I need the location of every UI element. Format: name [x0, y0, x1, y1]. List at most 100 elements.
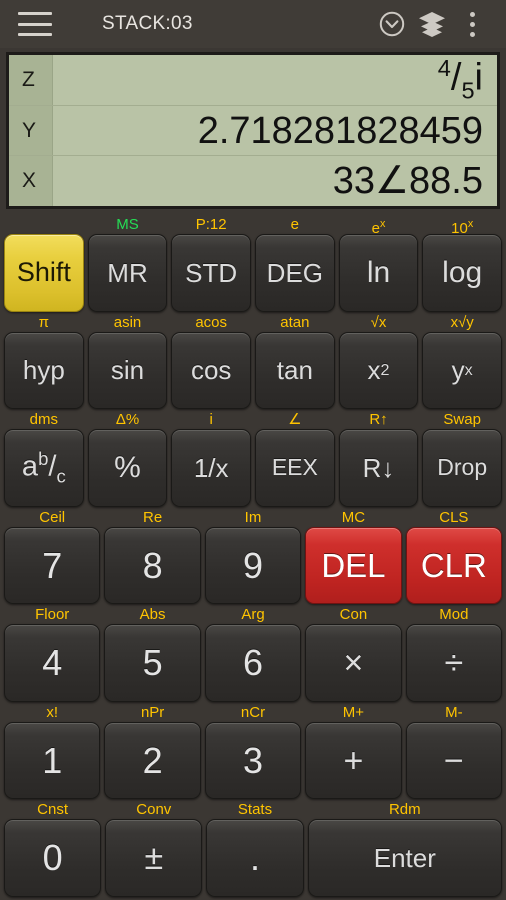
add-key[interactable]: + [305, 721, 402, 800]
key-cell: M- − [404, 703, 504, 801]
key-cell: e DEG [253, 215, 337, 313]
multiply-key[interactable]: × [305, 624, 402, 702]
fraction-key[interactable]: ab/c [4, 429, 84, 507]
keypad-row: dms ab/c Δ%% i 1/x ∠ EEX R↑ R↓ Swap Drop [2, 410, 504, 508]
key-cell: Swap Drop [420, 410, 504, 508]
reciprocal-key[interactable]: 1/x [171, 429, 252, 507]
drop-key[interactable]: Drop [422, 429, 503, 507]
delete-key[interactable]: DEL [305, 526, 402, 605]
digit-3-key[interactable]: 3 [204, 721, 302, 800]
key-cell: ∠ EEX [253, 410, 337, 508]
shift-label-ln-key: ex [371, 218, 386, 234]
shift-label-subtract-key: M- [445, 703, 463, 721]
register-value-x: 33∠88.5 [332, 162, 483, 201]
key-cell: Arg 6 [203, 605, 303, 703]
power-key[interactable]: yx [422, 331, 503, 410]
shift-label-multiply-key: Con [339, 606, 368, 624]
hyp-key[interactable]: hyp [4, 331, 84, 410]
digit-5-key[interactable]: 5 [104, 624, 201, 702]
sin-key[interactable]: sin [87, 331, 168, 410]
sign-key[interactable]: ± [105, 819, 203, 898]
ln-key[interactable]: ln [338, 234, 419, 312]
digit-8-key[interactable]: 8 [104, 526, 201, 605]
layers-icon[interactable] [412, 4, 452, 44]
keypad-row: Cnst 0 Conv ± Stats. Rdm Enter [2, 800, 504, 898]
cos-key[interactable]: cos [171, 331, 252, 410]
digit-2-key[interactable]: 2 [104, 721, 201, 800]
percent-key[interactable]: % [87, 429, 168, 507]
key-cell: R↑ R↓ [337, 410, 421, 508]
digit-7-key[interactable]: 7 [4, 526, 101, 605]
more-vert-icon[interactable] [452, 4, 492, 44]
digit-1-key[interactable]: 1 [4, 721, 101, 800]
keypad-row: x! 1 nPr 2 nCr 3 M+ + M- − [2, 703, 504, 801]
shift-key[interactable]: Shift [4, 234, 84, 312]
shift-label-digit-1-key: x! [46, 703, 59, 721]
stack-register-y[interactable]: Y 2.718281828459 [9, 105, 497, 157]
memory-recall-key[interactable]: MR [87, 234, 168, 312]
shift-label-sign-key: Conv [136, 801, 172, 819]
shift-label-digit-4-key: Floor [35, 606, 70, 624]
fraction-glyph: ab/c [21, 447, 66, 487]
key-cell: Re 8 [102, 508, 202, 606]
shift-label-number-format-key: P:12 [195, 216, 227, 233]
shift-label-percent-key: Δ% [115, 411, 140, 429]
shift-label-digit-9-key: Im [244, 508, 262, 526]
subtract-key[interactable]: − [405, 721, 503, 800]
decimal-point-key[interactable]: . [206, 819, 304, 898]
digit-4-key[interactable]: 4 [4, 624, 101, 702]
clear-key[interactable]: CLR [405, 526, 503, 605]
display-container: Z 4/5i Y 2.718281828459 X 33∠88.5 [0, 48, 506, 215]
stack-register-z[interactable]: Z 4/5i [9, 55, 497, 106]
shift-label-digit-8-key: Re [143, 508, 163, 526]
digit-9-key[interactable]: 9 [204, 526, 302, 605]
key-cell: MS MR [86, 215, 170, 313]
key-cell: Stats. [204, 800, 305, 898]
clock-history-icon[interactable] [372, 4, 412, 44]
shift-label-log-key: 10x [451, 218, 474, 234]
key-cell: MC DEL [303, 508, 403, 606]
square-key[interactable]: x2 [338, 331, 419, 410]
key-cell: √x x 2 [337, 313, 421, 411]
shift-label-digit-5-key: Abs [139, 606, 166, 624]
stack-title: STACK:03 [102, 13, 193, 34]
angle-mode-key[interactable]: DEG [255, 234, 335, 312]
divide-key[interactable]: ÷ [405, 624, 503, 702]
digit-6-key[interactable]: 6 [204, 624, 302, 702]
key-cell: Im 9 [203, 508, 303, 606]
key-cell: π hyp [2, 313, 86, 411]
shift-label-tan-key: atan [280, 313, 310, 331]
digit-0-key[interactable]: 0 [4, 819, 102, 898]
key-cell: Ceil 7 [2, 508, 102, 606]
key-cell: Con × [303, 605, 403, 703]
key-cell: nCr 3 [203, 703, 303, 801]
hamburger-line [18, 12, 52, 15]
stack-register-x[interactable]: X 33∠88.5 [9, 156, 497, 206]
hamburger-icon[interactable] [18, 12, 52, 36]
exponent-key[interactable]: EEX [255, 429, 335, 507]
keypad-row: Floor 4 Abs 5 Arg 6 Con × Mod ÷ [2, 605, 504, 703]
log-key[interactable]: log [422, 234, 503, 312]
key-cell: Shift [2, 215, 86, 313]
hamburger-line [18, 22, 52, 26]
fraction-value: 4/5i [437, 56, 483, 103]
enter-key[interactable]: Enter [307, 819, 503, 898]
key-cell: Rdm Enter [306, 800, 504, 898]
shift-label-divide-key: Mod [439, 606, 469, 624]
key-cell: i 1/x [169, 410, 253, 508]
register-value-y: 2.718281828459 [197, 111, 483, 150]
shift-label-digit-3-key: nCr [240, 703, 266, 721]
roll-down-key[interactable]: R↓ [338, 429, 419, 507]
dot [469, 11, 475, 17]
stack-display[interactable]: Z 4/5i Y 2.718281828459 X 33∠88.5 [6, 52, 500, 209]
number-format-key[interactable]: STD [171, 234, 252, 312]
shift-label-cos-key: acos [195, 313, 228, 331]
register-label-y: Y [9, 105, 53, 156]
tan-key[interactable]: tan [255, 331, 335, 410]
shift-label-decimal-point-key: Stats [237, 801, 273, 819]
shift-label-hyp-key: π [38, 313, 50, 331]
key-cell: Mod ÷ [404, 605, 504, 703]
shift-label-digit-0-key: Cnst [37, 801, 69, 819]
key-cell: dms ab/c [2, 410, 86, 508]
keypad: Shift MS MR P:12 STD e DEG ex ln 10x log π hyp asin si… [0, 215, 506, 900]
